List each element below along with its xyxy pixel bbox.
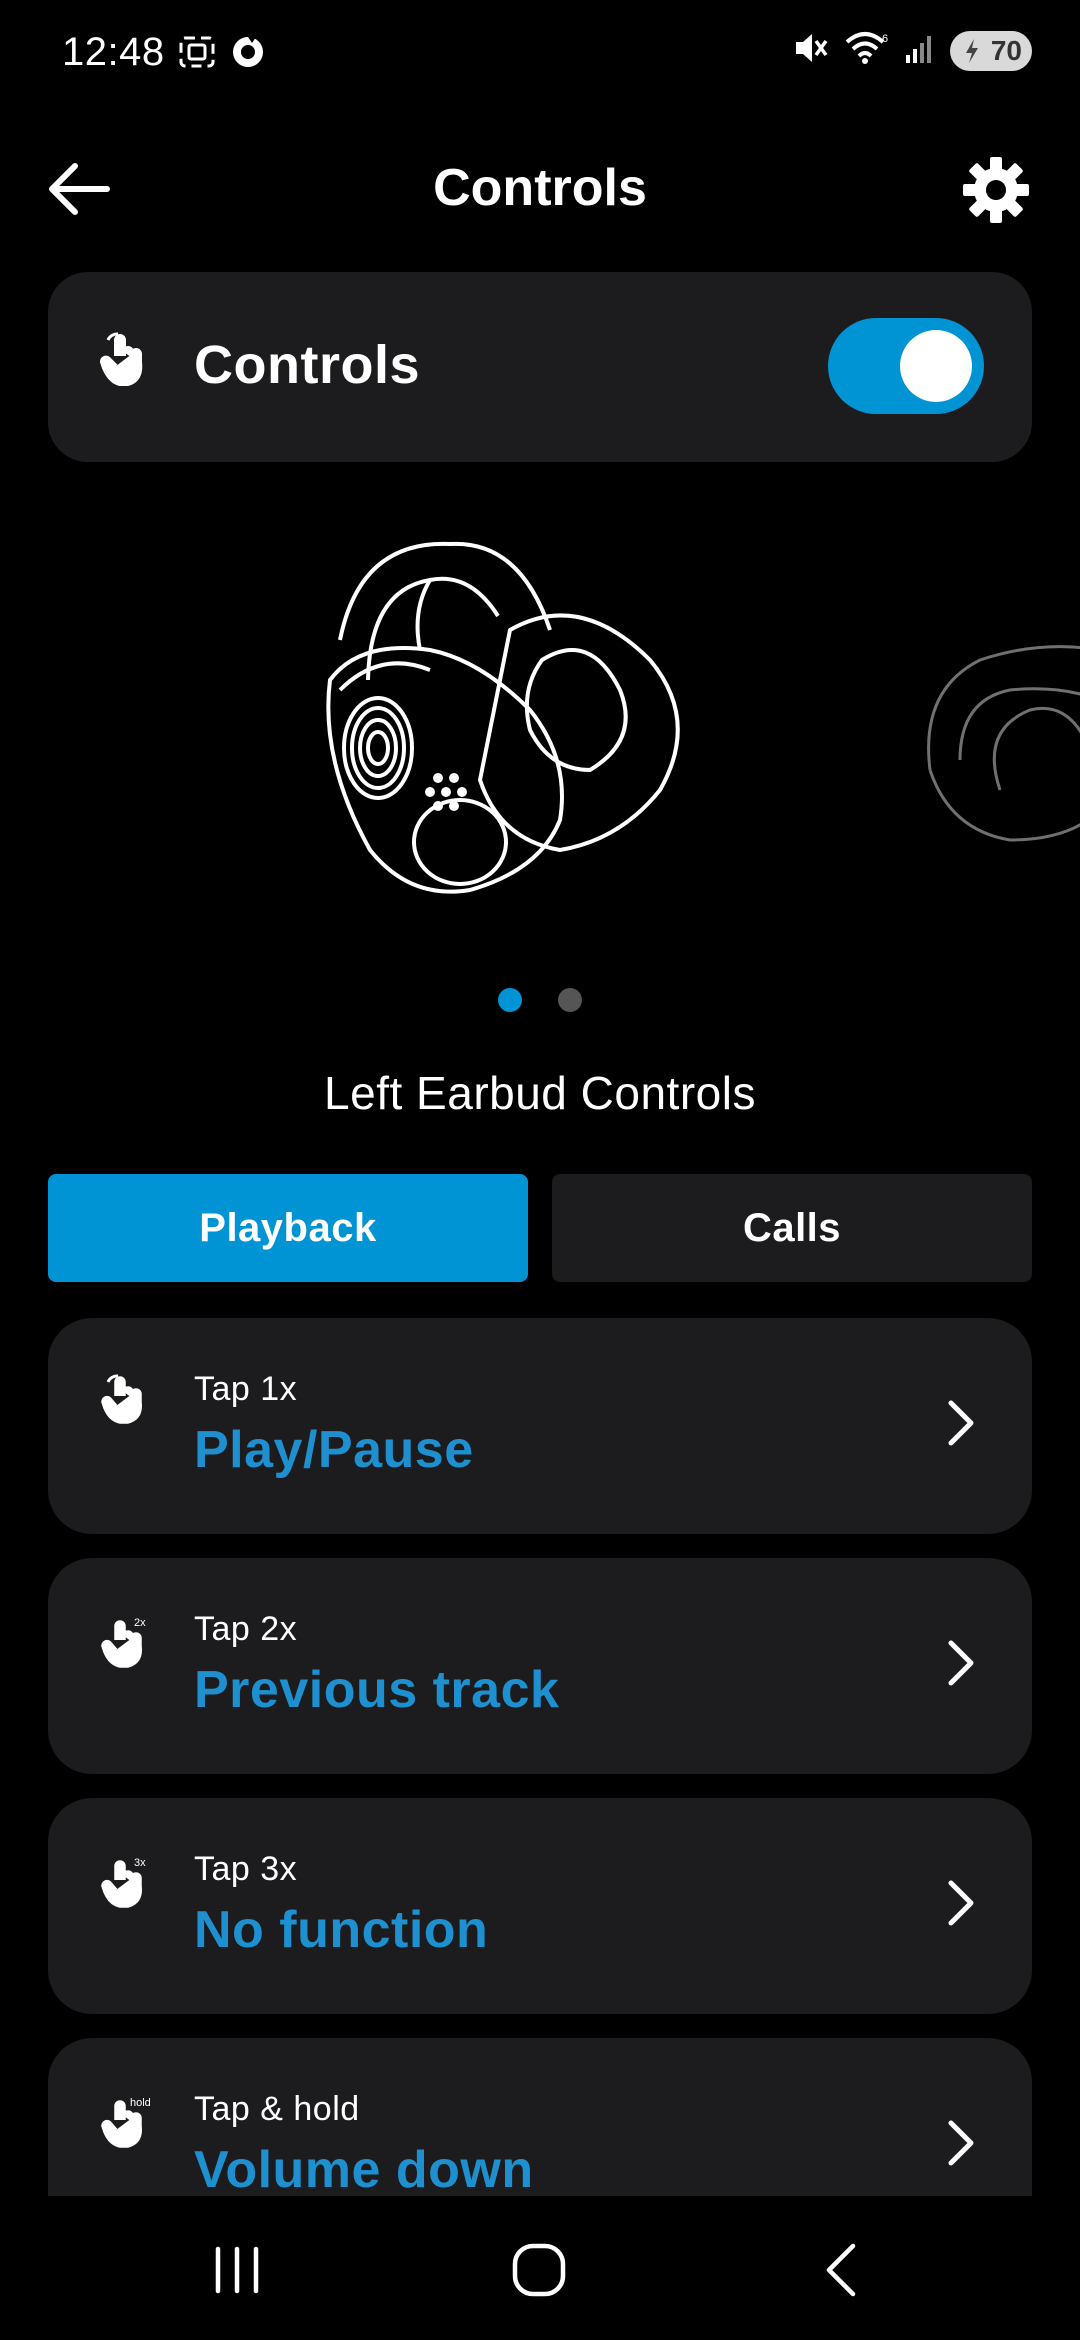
chevron-right-icon xyxy=(946,1638,976,1693)
mute-icon xyxy=(792,30,830,71)
gesture-label: Tap & hold xyxy=(194,2090,360,2128)
system-back-button[interactable] xyxy=(796,2232,886,2312)
gesture-value: Volume down xyxy=(194,2141,534,2199)
tab-calls[interactable]: Calls xyxy=(552,1174,1032,1282)
home-button[interactable] xyxy=(494,2232,584,2312)
gesture-row-tap-2x[interactable]: 2x Tap 2x Previous track xyxy=(48,1558,1032,1774)
tap-1x-icon xyxy=(100,1374,148,1429)
controls-toggle-card: Controls xyxy=(48,272,1032,462)
gear-icon xyxy=(961,155,1031,230)
control-tabs: Playback Calls xyxy=(48,1174,1032,1282)
gesture-value: No function xyxy=(194,1901,489,1959)
status-time: 12:48 xyxy=(62,30,165,74)
switch-knob xyxy=(900,330,972,402)
signal-icon xyxy=(904,31,936,70)
controls-toggle-switch[interactable] xyxy=(828,318,984,414)
gesture-value: Previous track xyxy=(194,1661,560,1719)
wifi-icon: 6 xyxy=(844,30,890,71)
recents-button[interactable] xyxy=(192,2232,282,2312)
tap-hand-icon xyxy=(98,332,150,393)
page-title: Controls xyxy=(433,159,647,217)
status-left-icons xyxy=(178,34,266,75)
controls-toggle-label: Controls xyxy=(194,335,420,395)
chevron-right-icon xyxy=(946,1398,976,1453)
tap-2x-icon: 2x xyxy=(100,1614,154,1673)
tab-playback[interactable]: Playback xyxy=(48,1174,528,1282)
headphones-illustration xyxy=(326,541,680,894)
tap-hold-icon: hold xyxy=(100,2094,160,2153)
headphone-carousel[interactable] xyxy=(0,510,1080,950)
section-title: Left Earbud Controls xyxy=(324,1067,756,1119)
battery-icon: 70 xyxy=(950,30,1032,71)
chevron-left-icon xyxy=(821,2242,861,2303)
recents-icon xyxy=(212,2245,262,2300)
gesture-label: Tap 3x xyxy=(194,1850,298,1888)
status-bar: 12:48 6 70 xyxy=(0,0,1080,110)
tap-badge: hold xyxy=(130,2097,151,2109)
app-header: Controls xyxy=(0,130,1080,250)
gesture-row-tap-1x[interactable]: Tap 1x Play/Pause xyxy=(48,1318,1032,1534)
carousel-dot-active[interactable] xyxy=(498,988,522,1012)
chevron-right-icon xyxy=(946,1878,976,1933)
carousel-pagination xyxy=(0,988,1080,1012)
gesture-row-tap-3x[interactable]: 3x Tap 3x No function xyxy=(48,1798,1032,2014)
gesture-label: Tap 1x xyxy=(194,1370,298,1408)
app-screen: 12:48 6 70 Controls Controls Left Earbud… xyxy=(0,0,1080,2340)
sync-icon xyxy=(230,34,266,75)
tap-badge: 2x xyxy=(134,1617,146,1629)
gesture-label: Tap 2x xyxy=(194,1610,298,1648)
tap-3x-icon: 3x xyxy=(100,1854,154,1913)
settings-button[interactable] xyxy=(956,152,1036,232)
tap-badge: 3x xyxy=(134,1857,146,1869)
system-nav-bar xyxy=(0,2196,1080,2340)
status-right-icons: 6 70 xyxy=(792,30,1032,71)
svg-text:6: 6 xyxy=(882,33,888,45)
carousel-dot[interactable] xyxy=(558,988,582,1012)
headphones-peek-illustration xyxy=(927,645,1080,842)
battery-level: 70 xyxy=(990,34,1022,66)
screenshot-icon xyxy=(178,35,216,74)
gesture-value: Play/Pause xyxy=(194,1421,474,1479)
home-icon xyxy=(511,2242,567,2303)
chevron-right-icon xyxy=(946,2118,976,2173)
